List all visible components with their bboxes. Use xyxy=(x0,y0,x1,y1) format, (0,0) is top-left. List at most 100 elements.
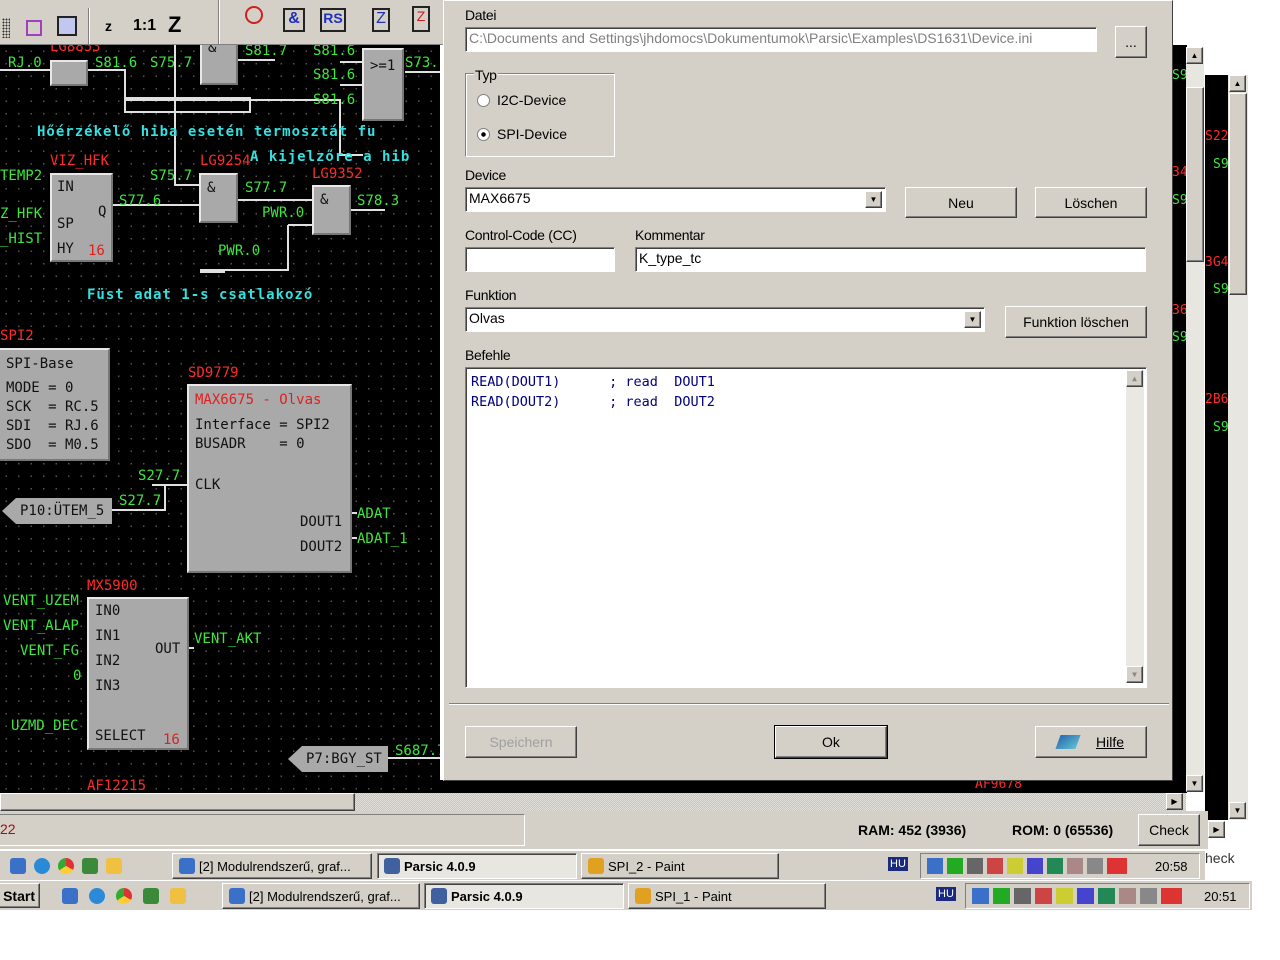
hilfe-label: Hilfe xyxy=(1095,734,1124,750)
chrome-icon[interactable] xyxy=(58,858,74,874)
clock[interactable]: 20:58 xyxy=(1155,859,1188,874)
scroll-thumb[interactable] xyxy=(0,793,355,811)
chrome-icon[interactable] xyxy=(116,888,132,904)
taskbar-button[interactable]: SPI_2 - Paint xyxy=(581,853,779,879)
scroll-right-button[interactable]: ▶ xyxy=(1166,793,1183,810)
ground-symbol xyxy=(200,271,225,273)
taskbar-button-active[interactable]: Parsic 4.0.9 xyxy=(377,853,577,879)
counter-icon[interactable]: Z xyxy=(372,8,390,32)
clock-icon[interactable] xyxy=(170,888,186,904)
taskbar-button[interactable]: [2] Modulrendszerű, graf... xyxy=(172,853,372,879)
block-id-label: SD9779 xyxy=(188,365,239,381)
block-id-label: LG9352 xyxy=(312,166,363,182)
signal-label: RJ.0 xyxy=(8,55,42,71)
timer-icon[interactable] xyxy=(245,6,263,24)
radio-spi-device[interactable]: SPI-Device xyxy=(477,126,567,142)
scroll-up-button[interactable]: ▲ xyxy=(1186,47,1203,64)
device-dropdown-arrow[interactable]: ▼ xyxy=(865,191,882,208)
scroll-thumb[interactable] xyxy=(1229,93,1247,295)
max6675-block[interactable]: MAX6675 - Olvas Interface = SPI2 BUSADR … xyxy=(187,384,352,573)
zoom-1-1-button[interactable]: 1:1 xyxy=(133,17,156,35)
connector-icon[interactable] xyxy=(26,20,42,36)
ie-icon[interactable] xyxy=(10,858,26,874)
spi-base-block[interactable]: SPI-Base MODE = 0 SCK = RC.5 SDI = RJ.6 … xyxy=(0,348,110,461)
kommentar-input[interactable]: K_type_tc xyxy=(635,247,1146,272)
or-gate-block[interactable]: >=1 xyxy=(362,48,404,121)
scroll-down-button[interactable]: ▼ xyxy=(1126,666,1143,683)
vertical-scrollbar[interactable]: ▲ ▼ xyxy=(1186,47,1204,792)
check-button[interactable]: Check xyxy=(1138,814,1200,846)
signal-label: ADAT_1 xyxy=(357,531,408,547)
check-button-partial[interactable]: heck xyxy=(1205,850,1235,866)
ie-icon[interactable] xyxy=(62,888,78,904)
and-gate-block[interactable]: & xyxy=(199,173,238,223)
block-id-label: AF12215 xyxy=(87,778,147,793)
rs-flipflop-icon[interactable]: RS xyxy=(320,8,346,32)
hysteresis-block[interactable]: IN SP HY Q 16 xyxy=(50,173,113,262)
scroll-thumb[interactable] xyxy=(1186,87,1204,262)
signal-label: PWR.0 xyxy=(218,243,261,259)
param-line: SCK = RC.5 xyxy=(6,399,99,415)
port-tag[interactable]: P7:BGY_ST xyxy=(288,746,388,772)
start-button[interactable]: Start xyxy=(0,883,40,908)
speichern-button[interactable]: Speichern xyxy=(465,726,577,758)
radio-button-unchecked[interactable] xyxy=(477,93,490,107)
tray-icons[interactable] xyxy=(927,858,1127,874)
taskbar-button[interactable]: SPI_1 - Paint xyxy=(628,883,826,909)
signal-label: VENT_ALAP xyxy=(3,618,79,634)
scroll-down-button[interactable]: ▼ xyxy=(1229,802,1246,819)
datei-field[interactable]: C:\Documents and Settings\jhdomocs\Dokum… xyxy=(465,27,1097,52)
firefox-icon[interactable] xyxy=(89,888,105,904)
taskbar-button[interactable]: [2] Modulrendszerű, graf... xyxy=(222,883,420,909)
app-icon[interactable] xyxy=(143,888,159,904)
scroll-up-button[interactable]: ▲ xyxy=(1126,370,1143,387)
device-select[interactable]: MAX6675 xyxy=(465,187,886,212)
scroll-up-button[interactable]: ▲ xyxy=(1229,75,1246,92)
pin-label: IN0 xyxy=(95,603,121,619)
task-label: SPI_1 - Paint xyxy=(655,888,732,904)
vertical-scrollbar-2[interactable]: ▲ ▼ xyxy=(1228,75,1248,820)
ok-button[interactable]: Ok xyxy=(774,725,888,759)
language-indicator[interactable]: HU xyxy=(888,857,908,871)
control-code-input[interactable] xyxy=(465,247,615,272)
clock[interactable]: 20:51 xyxy=(1204,889,1237,904)
radio-button-checked[interactable] xyxy=(477,127,490,141)
tray-icons[interactable] xyxy=(972,888,1182,904)
funktion-dropdown-arrow[interactable]: ▼ xyxy=(964,311,981,328)
counter-vr-icon[interactable]: Z xyxy=(412,6,430,32)
funktion-loeschen-button[interactable]: Funktion löschen xyxy=(1005,306,1147,338)
function-block[interactable] xyxy=(50,60,88,86)
block-id-label: SPI2 xyxy=(0,328,34,344)
schematic-canvas[interactable]: LG8853 RJ.0 S81.6 S75.7 S81.7 S81.6 S81.… xyxy=(0,45,440,793)
and-gate-block[interactable]: & xyxy=(200,45,238,85)
browse-button[interactable]: ... xyxy=(1115,26,1147,58)
grid-icon[interactable] xyxy=(2,18,10,38)
pin-label: DOUT2 xyxy=(300,539,343,555)
scroll-down-button[interactable]: ▼ xyxy=(1186,775,1203,792)
scroll-right-button[interactable]: ▶ xyxy=(1208,821,1225,838)
zoom-in-button[interactable]: Z xyxy=(168,12,181,38)
and-gate-icon[interactable]: & xyxy=(283,8,305,32)
loeschen-button[interactable]: Löschen xyxy=(1035,187,1147,218)
and-gate-block[interactable]: & xyxy=(312,185,351,235)
radio-i2c-device[interactable]: I2C-Device xyxy=(477,92,566,108)
rom-usage: ROM: 0 (65536) xyxy=(1012,822,1114,838)
horizontal-scrollbar[interactable]: ▶ xyxy=(0,793,1186,811)
funktion-select[interactable]: Olvas xyxy=(465,307,985,332)
clock-icon[interactable] xyxy=(106,858,122,874)
language-indicator[interactable]: HU xyxy=(936,887,956,901)
ie-icon xyxy=(179,858,195,874)
multiplexer-block[interactable]: IN0 IN1 IN2 IN3 OUT SELECT 16 xyxy=(87,597,189,750)
app-icon[interactable] xyxy=(82,858,98,874)
component-icon[interactable] xyxy=(57,16,77,36)
taskbar-button-active[interactable]: Parsic 4.0.9 xyxy=(424,883,624,909)
neu-button[interactable]: Neu xyxy=(905,187,1017,218)
signal-label: S73. xyxy=(405,55,439,71)
port-tag[interactable]: P10:ÜTEM_5 xyxy=(2,498,112,524)
textarea-scrollbar[interactable]: ▲ ▼ xyxy=(1126,370,1144,683)
firefox-icon[interactable] xyxy=(34,858,50,874)
zoom-out-button[interactable]: z xyxy=(105,18,112,34)
befehle-textarea[interactable]: READ(DOUT1) ; read DOUT1 READ(DOUT2) ; r… xyxy=(465,367,1147,688)
signal-label: S9 xyxy=(1172,193,1187,208)
hilfe-button[interactable]: Hilfe xyxy=(1035,726,1147,758)
